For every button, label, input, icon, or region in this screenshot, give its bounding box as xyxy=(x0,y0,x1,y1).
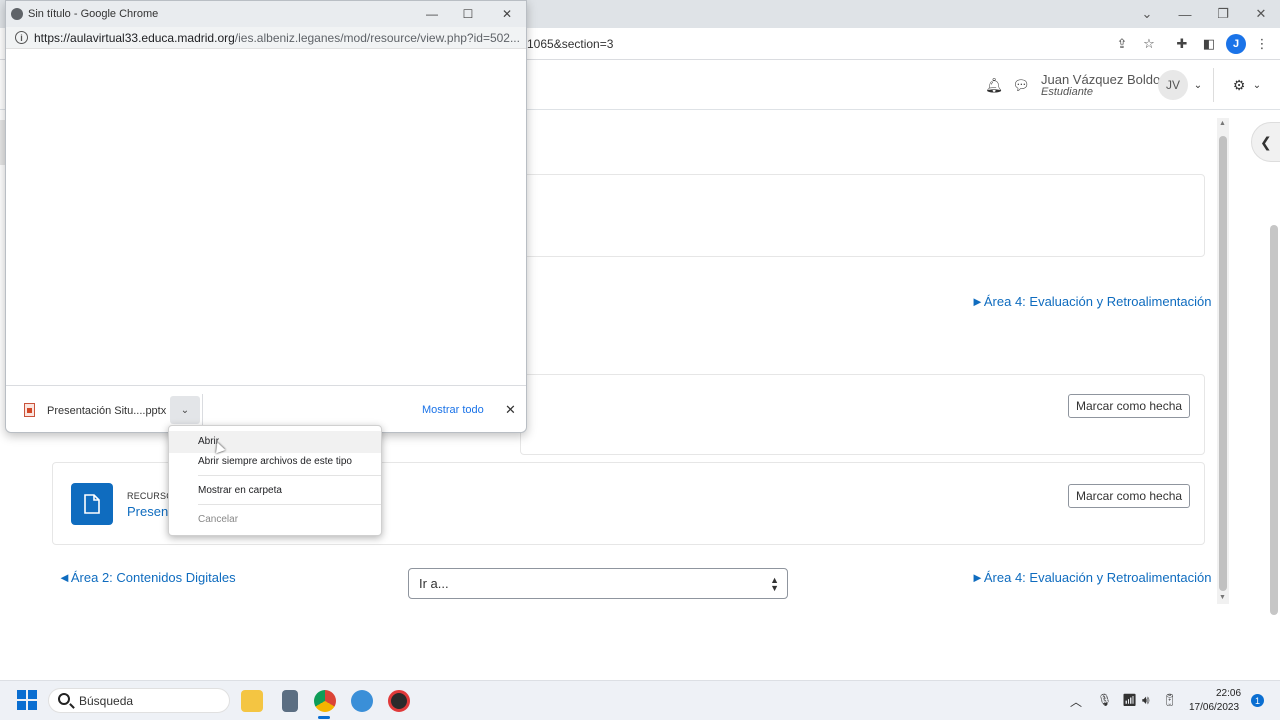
download-bar-close-icon[interactable]: ✕ xyxy=(505,402,516,418)
windows-start-icon[interactable] xyxy=(17,690,37,710)
scroll-up-icon[interactable]: ▲ xyxy=(1219,120,1226,127)
popup-window: Sin título - Google Chrome — ☐ ✕ i https… xyxy=(5,0,527,433)
user-menu-chevron-icon[interactable]: ⌄ xyxy=(1189,76,1207,94)
address-bar-tail[interactable]: 1065&section=3 xyxy=(527,37,613,51)
resource-title-link[interactable]: Present xyxy=(127,504,172,519)
popup-url[interactable]: https://aulavirtual33.educa.madrid.org/i… xyxy=(34,31,520,45)
menu-separator xyxy=(198,475,381,476)
pptx-file-icon[interactable] xyxy=(24,403,35,417)
settings-chevron-icon[interactable]: ⌄ xyxy=(1248,76,1266,94)
active-app-indicator xyxy=(318,716,330,719)
tray-overflow-chevron-icon[interactable]: ︿ xyxy=(1070,693,1082,710)
popup-close-button[interactable]: ✕ xyxy=(496,5,518,23)
calculator-icon[interactable] xyxy=(282,690,298,712)
menu-item-cancel[interactable]: Cancelar xyxy=(169,509,381,531)
taskbar-search-placeholder[interactable]: Búsqueda xyxy=(79,694,133,708)
clock-time[interactable]: 22:06 xyxy=(1216,688,1241,699)
taskbar-search-box[interactable] xyxy=(48,688,230,713)
side-panel-icon[interactable]: ◧ xyxy=(1200,35,1218,53)
browser-app-icon[interactable] xyxy=(351,690,373,712)
menu-item-show-in-folder[interactable]: Mostrar en carpeta xyxy=(169,480,381,502)
content-scrollbar[interactable]: ▲ ▼ xyxy=(1217,118,1229,604)
site-info-icon[interactable]: i xyxy=(15,31,28,44)
user-name: Juan Vázquez Boldo xyxy=(1041,72,1161,87)
popup-address-bar[interactable]: i https://aulavirtual33.educa.madrid.org… xyxy=(6,27,526,49)
file-resource-icon[interactable] xyxy=(71,483,113,525)
notifications-bell-icon[interactable]: 🔔︎ xyxy=(985,76,1003,94)
menu-kebab-icon[interactable]: ⋮ xyxy=(1253,35,1271,53)
next-section-link-top[interactable]: ►Área 4: Evaluación y Retroalimentación xyxy=(971,294,1212,309)
popup-title: Sin título - Google Chrome xyxy=(28,8,159,20)
tab-search-icon[interactable]: ⌄ xyxy=(1128,0,1166,28)
chrome-icon[interactable] xyxy=(314,690,336,712)
messages-icon[interactable]: 💬︎ xyxy=(1012,76,1030,94)
jump-to-value: Ir a... xyxy=(419,576,449,591)
download-options-chevron-icon[interactable]: ⌄ xyxy=(170,396,200,424)
search-icon xyxy=(58,693,70,705)
file-explorer-icon[interactable] xyxy=(241,690,263,712)
restore-button[interactable]: ❐ xyxy=(1204,0,1242,28)
extensions-icon[interactable]: ✚ xyxy=(1173,35,1191,53)
mark-done-button-1[interactable]: Marcar como hecha xyxy=(1068,394,1191,418)
user-role: Estudiante xyxy=(1041,86,1093,98)
wifi-icon[interactable]: 📶︎ xyxy=(1122,693,1137,707)
select-arrows-icon: ▲ ▼ xyxy=(770,575,779,593)
page-scrollbar[interactable] xyxy=(1270,225,1278,615)
share-icon[interactable]: ⇪ xyxy=(1113,35,1131,53)
profile-avatar[interactable]: J xyxy=(1226,34,1246,54)
settings-gear-icon[interactable]: ⚙ xyxy=(1230,76,1248,94)
volume-icon[interactable]: 🔊︎ xyxy=(1142,693,1150,708)
mark-done-button-2[interactable]: Marcar como hecha xyxy=(1068,484,1191,508)
popup-minimize-button[interactable]: — xyxy=(421,5,443,23)
download-divider xyxy=(202,394,203,426)
scroll-thumb[interactable] xyxy=(1219,136,1227,591)
menu-item-always-open[interactable]: Abrir siempre archivos de este tipo xyxy=(169,451,381,473)
popup-url-host: https://aulavirtual33.educa.madrid.org xyxy=(34,31,235,45)
popup-titlebar: Sin título - Google Chrome — ☐ ✕ xyxy=(6,1,526,27)
prev-section-link[interactable]: ◄Área 2: Contenidos Digitales xyxy=(58,570,236,585)
resource-type-label: RECURSO xyxy=(127,491,174,501)
download-file-name[interactable]: Presentación Situ....pptx xyxy=(47,405,166,417)
microphone-icon[interactable]: 🎙︎ xyxy=(1097,693,1112,707)
notification-badge[interactable]: 1 xyxy=(1251,694,1264,707)
section-summary-card xyxy=(520,174,1205,257)
user-avatar[interactable]: JV xyxy=(1158,70,1188,100)
show-all-button[interactable]: Mostrar todo xyxy=(422,404,484,416)
screen-recorder-icon[interactable] xyxy=(388,690,410,712)
menu-item-open[interactable]: Abrir xyxy=(169,431,381,453)
minimize-button[interactable]: — xyxy=(1166,0,1204,28)
menu-separator xyxy=(198,504,381,505)
popup-maximize-button[interactable]: ☐ xyxy=(457,5,479,23)
bookmark-star-icon[interactable]: ☆ xyxy=(1140,35,1158,53)
scroll-down-icon[interactable]: ▼ xyxy=(1219,594,1226,601)
close-window-button[interactable]: ✕ xyxy=(1242,0,1280,28)
navbar-divider xyxy=(1213,68,1214,102)
battery-icon[interactable]: 🔋︎ xyxy=(1162,693,1177,707)
clock-date[interactable]: 17/06/2023 xyxy=(1189,702,1239,713)
next-section-link-bottom[interactable]: ►Área 4: Evaluación y Retroalimentación xyxy=(971,570,1212,585)
jump-to-select[interactable]: Ir a... ▲ ▼ xyxy=(408,568,788,599)
popup-url-path: /ies.albeniz.leganes/mod/resource/view.p… xyxy=(234,31,520,45)
download-context-menu: Abrir Abrir siempre archivos de este tip… xyxy=(168,425,382,536)
globe-icon xyxy=(11,8,23,20)
drawer-toggle-chevron-icon[interactable]: ❮ xyxy=(1251,122,1280,162)
